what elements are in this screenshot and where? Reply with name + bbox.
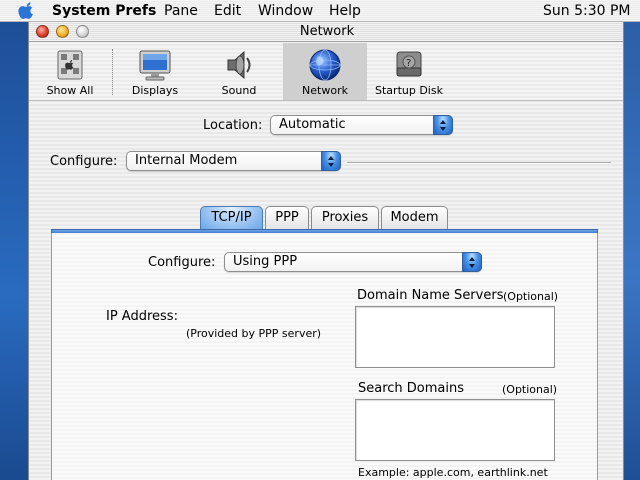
location-label: Location:	[203, 118, 263, 133]
popup-arrows-icon	[462, 252, 482, 272]
sound-icon	[227, 50, 251, 80]
search-domains-example: Example: apple.com, earthlink.net	[358, 466, 548, 479]
location-popup[interactable]: Automatic	[270, 115, 453, 135]
tab-ppp[interactable]: PPP	[265, 206, 309, 230]
preferences-toolbar: Show All Displays Sound Network ? Startu…	[29, 43, 623, 101]
desktop-background-left	[0, 22, 28, 480]
ip-address-label: IP Address:	[106, 309, 178, 324]
search-optional-label: (Optional)	[502, 383, 558, 396]
dns-label: Domain Name Servers	[357, 288, 504, 303]
desktop-background-right	[624, 22, 640, 480]
menu-pane[interactable]: Pane	[164, 3, 198, 19]
tab-proxies[interactable]: Proxies	[311, 206, 379, 230]
toolbar-label: Network	[302, 84, 348, 97]
window-title-bar[interactable]: Network	[29, 22, 623, 42]
window-title: Network	[299, 24, 355, 39]
dns-optional-label: (Optional)	[503, 290, 559, 303]
section-divider	[347, 162, 611, 164]
ip-address-note: (Provided by PPP server)	[186, 327, 322, 340]
tcpip-configure-label: Configure:	[148, 255, 216, 270]
toolbar-displays[interactable]: Displays	[119, 43, 191, 100]
tab-tcpip[interactable]: TCP/IP	[200, 206, 263, 230]
menu-help[interactable]: Help	[329, 3, 361, 19]
configure-value: Internal Modem	[135, 153, 238, 168]
popup-arrows-icon	[321, 151, 341, 171]
toolbar-show-all[interactable]: Show All	[29, 43, 111, 100]
location-value: Automatic	[279, 117, 346, 132]
toolbar-label: Displays	[131, 84, 179, 97]
search-domains-field[interactable]	[355, 399, 555, 461]
configure-label: Configure:	[50, 154, 118, 169]
tcpip-panel: Configure: Using PPP IP Address: (Provid…	[51, 233, 598, 480]
show-all-icon	[57, 50, 83, 80]
menu-clock[interactable]: Sun 5:30 PM	[543, 3, 631, 19]
toolbar-label: Show All	[46, 84, 94, 97]
search-domains-label: Search Domains	[358, 381, 465, 396]
tcpip-configure-value: Using PPP	[233, 254, 298, 269]
dns-servers-field[interactable]	[355, 306, 555, 368]
toolbar-separator	[112, 49, 113, 95]
displays-icon	[139, 50, 171, 81]
menu-edit[interactable]: Edit	[214, 3, 241, 19]
configure-popup[interactable]: Internal Modem	[126, 151, 341, 171]
toolbar-sound[interactable]: Sound	[203, 43, 275, 100]
popup-arrows-icon	[433, 115, 453, 135]
toolbar-startup-disk[interactable]: ? Startup Disk	[371, 43, 447, 100]
network-window: Network Show All Displays Sound Network …	[28, 22, 624, 480]
apple-menu-icon[interactable]	[18, 1, 36, 20]
toolbar-network[interactable]: Network	[283, 43, 367, 100]
tcpip-configure-popup[interactable]: Using PPP	[224, 252, 482, 272]
svg-text:?: ?	[406, 58, 411, 69]
menu-bar: System Prefs Pane Edit Window Help Sun 5…	[0, 0, 640, 22]
toolbar-label: Startup Disk	[375, 84, 443, 97]
startup-disk-icon: ?	[396, 51, 422, 77]
menu-window[interactable]: Window	[258, 3, 313, 19]
tab-modem[interactable]: Modem	[381, 206, 448, 230]
menu-app-name[interactable]: System Prefs	[52, 3, 156, 19]
network-globe-icon	[309, 49, 341, 81]
toolbar-label: Sound	[221, 84, 257, 97]
